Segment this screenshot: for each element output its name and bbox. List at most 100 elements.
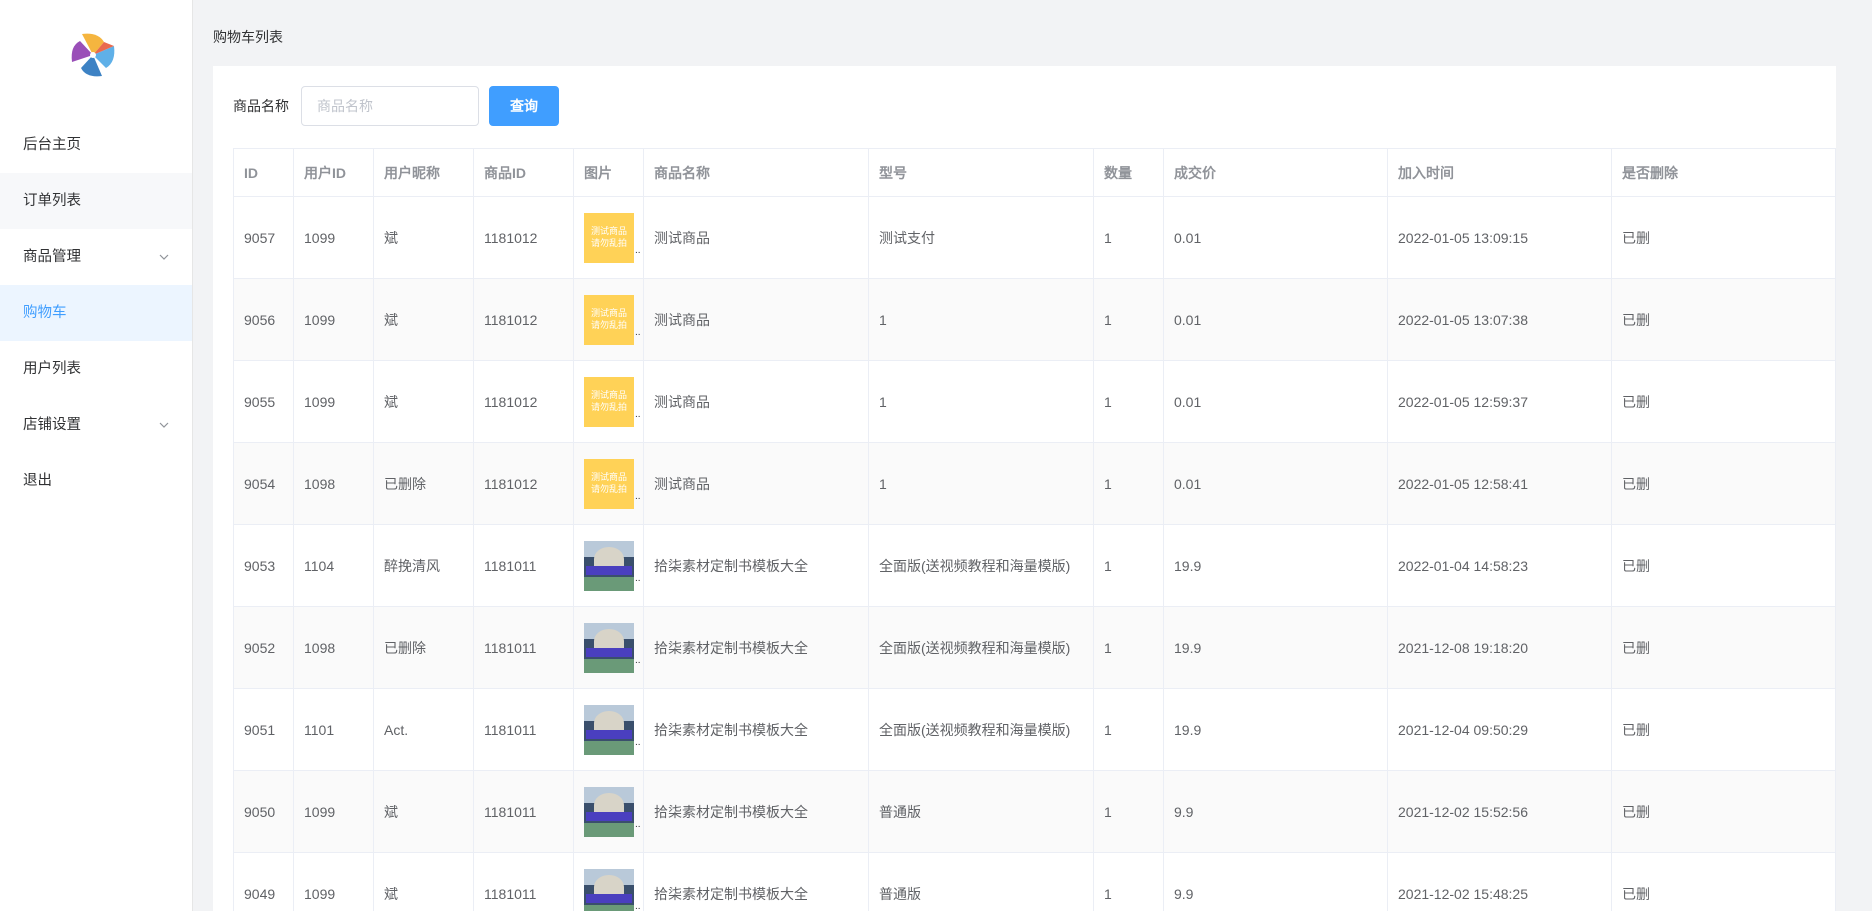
cell-goods-id: 1181011: [473, 852, 574, 911]
cell-user-id: 1099: [293, 770, 374, 853]
product-thumbnail[interactable]: [584, 540, 634, 591]
cell-goods-name: 测试商品: [643, 360, 869, 443]
cell-price: 0.01: [1163, 196, 1388, 279]
product-thumbnail[interactable]: 测试商品 请勿乱拍: [584, 458, 634, 509]
sidebar-item-shop-settings[interactable]: 店铺设置: [0, 397, 192, 453]
cell-nickname: 斌: [373, 852, 474, 911]
table-row[interactable]: 9054 1098 已删除 1181012 测试商品 请勿乱拍.. 测试商品 1 1 0.01 20…: [233, 442, 1836, 525]
cell-nickname: 斌: [373, 770, 474, 853]
table-header-row: ID 用户ID 用户昵称 商品ID 图片 商品名称 型号 数量 成交价 加入时间…: [233, 148, 1836, 197]
cell-added-time: 2021-12-08 19:18:20: [1387, 606, 1612, 689]
cell-deleted: 已删: [1611, 688, 1836, 771]
cell-goods-id: 1181012: [473, 442, 574, 525]
table-row[interactable]: 9053 1104 醉挽清风 1181011.. 拾柒素材定制书模板大全 全面版(送视频教…: [233, 524, 1836, 607]
sidebar-item-label: 购物车: [23, 305, 67, 321]
overflow-ellipsis: ..: [635, 409, 641, 420]
cell-image: ..: [573, 852, 644, 911]
cell-model: 全面版(送视频教程和海量模版): [868, 688, 1094, 771]
product-thumbnail[interactable]: 测试商品 请勿乱拍: [584, 294, 634, 345]
sidebar-item-logout[interactable]: 退出: [0, 453, 192, 509]
sidebar-item-label: 退出: [23, 473, 52, 489]
sidebar-item-label: 订单列表: [23, 193, 81, 209]
product-thumbnail[interactable]: [584, 868, 634, 911]
cell-price: 19.9: [1163, 688, 1388, 771]
sidebar-item-label: 商品管理: [23, 249, 81, 265]
cell-model: 普通版: [868, 770, 1094, 853]
sidebar-item-cart[interactable]: 购物车: [0, 285, 192, 341]
table-row[interactable]: 9056 1099 斌 1181012 测试商品 请勿乱拍.. 测试商品 1 1 0.01 2022…: [233, 278, 1836, 361]
sidebar-item-label: 用户列表: [23, 361, 81, 377]
cell-goods-id: 1181011: [473, 770, 574, 853]
cell-user-id: 1098: [293, 442, 374, 525]
cell-quantity: 1: [1093, 360, 1164, 443]
product-thumbnail[interactable]: 测试商品 请勿乱拍: [584, 212, 634, 263]
cell-model: 全面版(送视频教程和海量模版): [868, 606, 1094, 689]
cell-goods-name: 拾柒素材定制书模板大全: [643, 606, 869, 689]
cell-quantity: 1: [1093, 688, 1164, 771]
column-header-image: 图片: [573, 148, 644, 197]
product-thumbnail[interactable]: 测试商品 请勿乱拍: [584, 376, 634, 427]
cell-user-id: 1104: [293, 524, 374, 607]
cell-nickname: 斌: [373, 278, 474, 361]
column-header-quantity: 数量: [1093, 148, 1164, 197]
cell-nickname: 斌: [373, 196, 474, 279]
product-thumbnail[interactable]: [584, 704, 634, 755]
cell-quantity: 1: [1093, 524, 1164, 607]
cell-nickname: 已删除: [373, 606, 474, 689]
overflow-ellipsis: ..: [635, 573, 641, 584]
sidebar-item-goods-management[interactable]: 商品管理: [0, 229, 192, 285]
cell-goods-id: 1181012: [473, 196, 574, 279]
cell-user-id: 1099: [293, 852, 374, 911]
table-row[interactable]: 9051 1101 Act. 1181011.. 拾柒素材定制书模板大全 全面版(送视频教…: [233, 688, 1836, 771]
cell-id: 9054: [233, 442, 294, 525]
product-thumbnail[interactable]: [584, 786, 634, 837]
cell-image: ..: [573, 688, 644, 771]
sidebar-item-label: 后台主页: [23, 137, 81, 153]
cell-image: ..: [573, 606, 644, 689]
cell-image: ..: [573, 524, 644, 607]
goods-name-search-input[interactable]: [301, 86, 479, 126]
table-row[interactable]: 9052 1098 已删除 1181011.. 拾柒素材定制书模板大全 全面版(送视频教程…: [233, 606, 1836, 689]
column-header-id: ID: [233, 148, 294, 197]
cell-goods-id: 1181011: [473, 524, 574, 607]
column-header-added-time: 加入时间: [1387, 148, 1612, 197]
cell-user-id: 1099: [293, 278, 374, 361]
cell-deleted: 已删: [1611, 278, 1836, 361]
cell-user-id: 1099: [293, 196, 374, 279]
cell-goods-name: 测试商品: [643, 278, 869, 361]
query-button[interactable]: 查询: [489, 86, 559, 126]
column-header-goods-id: 商品ID: [473, 148, 574, 197]
cell-model: 普通版: [868, 852, 1094, 911]
cell-deleted: 已删: [1611, 442, 1836, 525]
cell-model: 1: [868, 278, 1094, 361]
cell-goods-name: 拾柒素材定制书模板大全: [643, 524, 869, 607]
cell-price: 0.01: [1163, 278, 1388, 361]
sidebar-item-home[interactable]: 后台主页: [0, 117, 192, 173]
pinwheel-logo-icon[interactable]: [68, 30, 118, 80]
table-row[interactable]: 9057 1099 斌 1181012 测试商品 请勿乱拍.. 测试商品 测试支付 1 0.01 2…: [233, 196, 1836, 279]
cell-goods-id: 1181011: [473, 688, 574, 771]
cell-id: 9053: [233, 524, 294, 607]
column-header-deleted: 是否删除: [1611, 148, 1836, 197]
cell-image: 测试商品 请勿乱拍..: [573, 196, 644, 279]
overflow-ellipsis: ..: [635, 819, 641, 830]
column-header-model: 型号: [868, 148, 1094, 197]
cell-nickname: 醉挽清风: [373, 524, 474, 607]
table-row[interactable]: 9050 1099 斌 1181011.. 拾柒素材定制书模板大全 普通版 1 9.9 2021…: [233, 770, 1836, 853]
cell-deleted: 已删: [1611, 196, 1836, 279]
cell-quantity: 1: [1093, 442, 1164, 525]
product-thumbnail[interactable]: [584, 622, 634, 673]
cell-image: 测试商品 请勿乱拍..: [573, 442, 644, 525]
sidebar-item-users[interactable]: 用户列表: [0, 341, 192, 397]
cell-deleted: 已删: [1611, 852, 1836, 911]
cell-price: 19.9: [1163, 606, 1388, 689]
cell-id: 9056: [233, 278, 294, 361]
cart-table: ID 用户ID 用户昵称 商品ID 图片 商品名称 型号 数量 成交价 加入时间…: [233, 148, 1836, 911]
chevron-down-icon: [158, 397, 170, 453]
cell-id: 9052: [233, 606, 294, 689]
table-row[interactable]: 9049 1099 斌 1181011.. 拾柒素材定制书模板大全 普通版 1 9.9 2021…: [233, 852, 1836, 911]
breadcrumb: 购物车列表: [213, 29, 283, 45]
cell-price: 0.01: [1163, 360, 1388, 443]
table-row[interactable]: 9055 1099 斌 1181012 测试商品 请勿乱拍.. 测试商品 1 1 0.01 2022…: [233, 360, 1836, 443]
sidebar-item-orders[interactable]: 订单列表: [0, 173, 192, 229]
